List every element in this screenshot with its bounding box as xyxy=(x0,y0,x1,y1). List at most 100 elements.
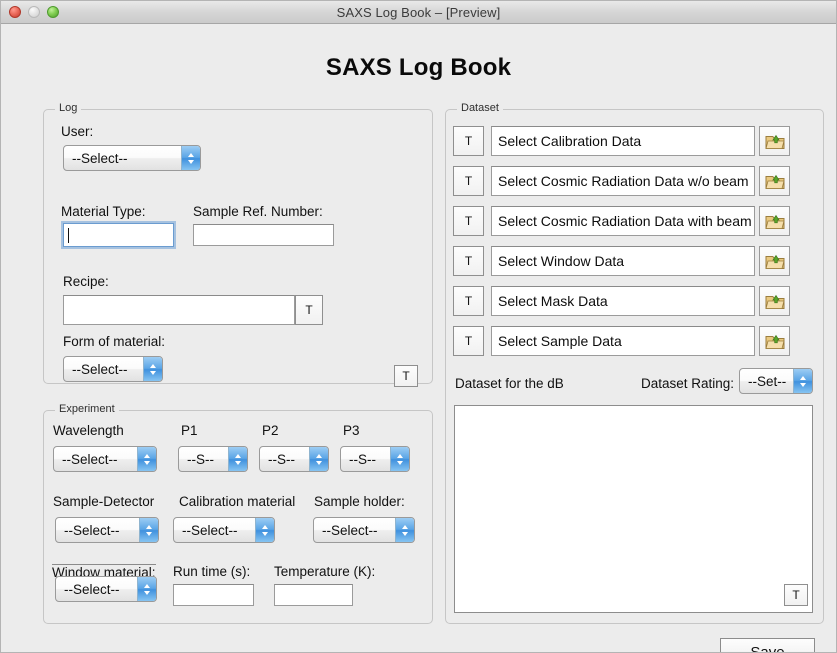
chevron-up-icon xyxy=(402,524,408,529)
stepper-arrows-icon[interactable] xyxy=(228,447,247,471)
page-title: SAXS Log Book xyxy=(325,54,512,81)
chevron-down-icon xyxy=(188,159,194,164)
dataset-row-browse-button[interactable] xyxy=(759,166,790,196)
p1-value: --S-- xyxy=(187,451,214,467)
log-corner-t-button[interactable]: T xyxy=(394,365,418,387)
temperature-input[interactable] xyxy=(274,584,353,606)
dataset-row-browse-button[interactable] xyxy=(759,246,790,276)
sample-detector-value: --Select-- xyxy=(64,522,120,538)
recipe-input[interactable] xyxy=(63,295,295,325)
p3-value: --S-- xyxy=(349,451,376,467)
stepper-arrows-icon[interactable] xyxy=(137,577,156,601)
dataset-rating-value: --Set-- xyxy=(748,373,787,389)
chevron-up-icon xyxy=(150,363,156,368)
recipe-label: Recipe: xyxy=(63,274,109,289)
text-caret xyxy=(68,228,69,243)
p2-label: P2 xyxy=(262,423,279,438)
chevron-down-icon xyxy=(397,460,403,465)
window-material-select[interactable]: --Select-- xyxy=(55,576,157,602)
stepper-arrows-icon[interactable] xyxy=(143,357,162,381)
material-type-label: Material Type: xyxy=(61,204,146,219)
sample-ref-input[interactable] xyxy=(193,224,334,246)
chevron-down-icon xyxy=(316,460,322,465)
stepper-arrows-icon[interactable] xyxy=(390,447,409,471)
dataset-notes-t-button[interactable]: T xyxy=(784,584,808,606)
folder-upload-icon xyxy=(764,254,785,269)
dataset-row-t-button[interactable]: T xyxy=(453,206,484,236)
material-type-input[interactable] xyxy=(63,223,174,247)
sample-holder-select[interactable]: --Select-- xyxy=(313,517,415,543)
window-material-value: --Select-- xyxy=(64,581,120,597)
recipe-t-button[interactable]: T xyxy=(295,295,323,325)
form-of-material-select[interactable]: --Select-- xyxy=(63,356,163,382)
dataset-row-field[interactable]: Select Window Data xyxy=(491,246,755,276)
form-of-material-label: Form of material: xyxy=(63,334,166,349)
dataset-row-browse-button[interactable] xyxy=(759,206,790,236)
folder-upload-icon xyxy=(764,294,785,309)
wavelength-value: --Select-- xyxy=(62,451,118,467)
dataset-row-t-button[interactable]: T xyxy=(453,166,484,196)
chevron-up-icon xyxy=(262,524,268,529)
dataset-row-cosmic-wo-beam: T Select Cosmic Radiation Data w/o beam xyxy=(453,166,813,196)
folder-upload-icon xyxy=(764,334,785,349)
dataset-row-field[interactable]: Select Sample Data xyxy=(491,326,755,356)
window-titlebar: SAXS Log Book – [Preview] xyxy=(1,1,836,24)
wavelength-select[interactable]: --Select-- xyxy=(53,446,157,472)
close-button[interactable] xyxy=(9,6,21,18)
dataset-row-browse-button[interactable] xyxy=(759,286,790,316)
stepper-arrows-icon[interactable] xyxy=(395,518,414,542)
calibration-material-select[interactable]: --Select-- xyxy=(173,517,275,543)
chevron-up-icon xyxy=(800,375,806,380)
run-time-input[interactable] xyxy=(173,584,254,606)
minimize-button[interactable] xyxy=(28,6,40,18)
log-group-legend: Log xyxy=(55,102,82,114)
experiment-group-legend: Experiment xyxy=(55,403,119,415)
p3-select[interactable]: --S-- xyxy=(340,446,410,472)
dataset-notes-textarea[interactable] xyxy=(454,405,813,613)
p2-select[interactable]: --S-- xyxy=(259,446,329,472)
stepper-arrows-icon[interactable] xyxy=(255,518,274,542)
dataset-row-field[interactable]: Select Mask Data xyxy=(491,286,755,316)
dataset-row-t-button[interactable]: T xyxy=(453,126,484,156)
dataset-row-t-button[interactable]: T xyxy=(453,286,484,316)
form-of-material-value: --Select-- xyxy=(72,361,128,377)
stepper-arrows-icon[interactable] xyxy=(181,146,200,170)
stepper-arrows-icon[interactable] xyxy=(793,369,812,393)
stepper-arrows-icon[interactable] xyxy=(137,447,156,471)
run-time-label: Run time (s): xyxy=(173,564,251,579)
p1-select[interactable]: --S-- xyxy=(178,446,248,472)
dataset-row-t-button[interactable]: T xyxy=(453,246,484,276)
user-select-value: --Select-- xyxy=(72,150,128,166)
wavelength-label: Wavelength xyxy=(53,423,124,438)
dataset-row-browse-button[interactable] xyxy=(759,126,790,156)
stepper-arrows-icon[interactable] xyxy=(309,447,328,471)
stepper-arrows-icon[interactable] xyxy=(139,518,158,542)
user-label: User: xyxy=(61,124,94,139)
window-controls xyxy=(9,6,59,18)
dataset-rating-select[interactable]: --Set-- xyxy=(739,368,813,394)
dataset-row-browse-button[interactable] xyxy=(759,326,790,356)
sample-detector-select[interactable]: --Select-- xyxy=(55,517,159,543)
dataset-row-field[interactable]: Select Cosmic Radiation Data w/o beam xyxy=(491,166,755,196)
save-button[interactable]: Save xyxy=(720,638,815,652)
dataset-row-field[interactable]: Select Cosmic Radiation Data with beam xyxy=(491,206,755,236)
zoom-button[interactable] xyxy=(47,6,59,18)
chevron-down-icon xyxy=(262,531,268,536)
chevron-up-icon xyxy=(144,583,150,588)
chevron-down-icon xyxy=(800,382,806,387)
p3-label: P3 xyxy=(343,423,360,438)
sample-holder-value: --Select-- xyxy=(322,522,378,538)
dataset-row-field[interactable]: Select Calibration Data xyxy=(491,126,755,156)
p2-value: --S-- xyxy=(268,451,295,467)
chevron-up-icon xyxy=(188,152,194,157)
dataset-row-window: T Select Window Data xyxy=(453,246,813,276)
chevron-down-icon xyxy=(402,531,408,536)
p1-label: P1 xyxy=(181,423,198,438)
chevron-up-icon xyxy=(397,453,403,458)
window-content: SAXS Log Book Log User: --Select-- Mater… xyxy=(1,24,836,652)
user-select[interactable]: --Select-- xyxy=(63,145,201,171)
application-window: SAXS Log Book – [Preview] SAXS Log Book … xyxy=(0,0,837,653)
dataset-row-t-button[interactable]: T xyxy=(453,326,484,356)
dataset-row-cosmic-with-beam: T Select Cosmic Radiation Data with beam xyxy=(453,206,813,236)
sample-ref-label: Sample Ref. Number: xyxy=(193,204,323,219)
